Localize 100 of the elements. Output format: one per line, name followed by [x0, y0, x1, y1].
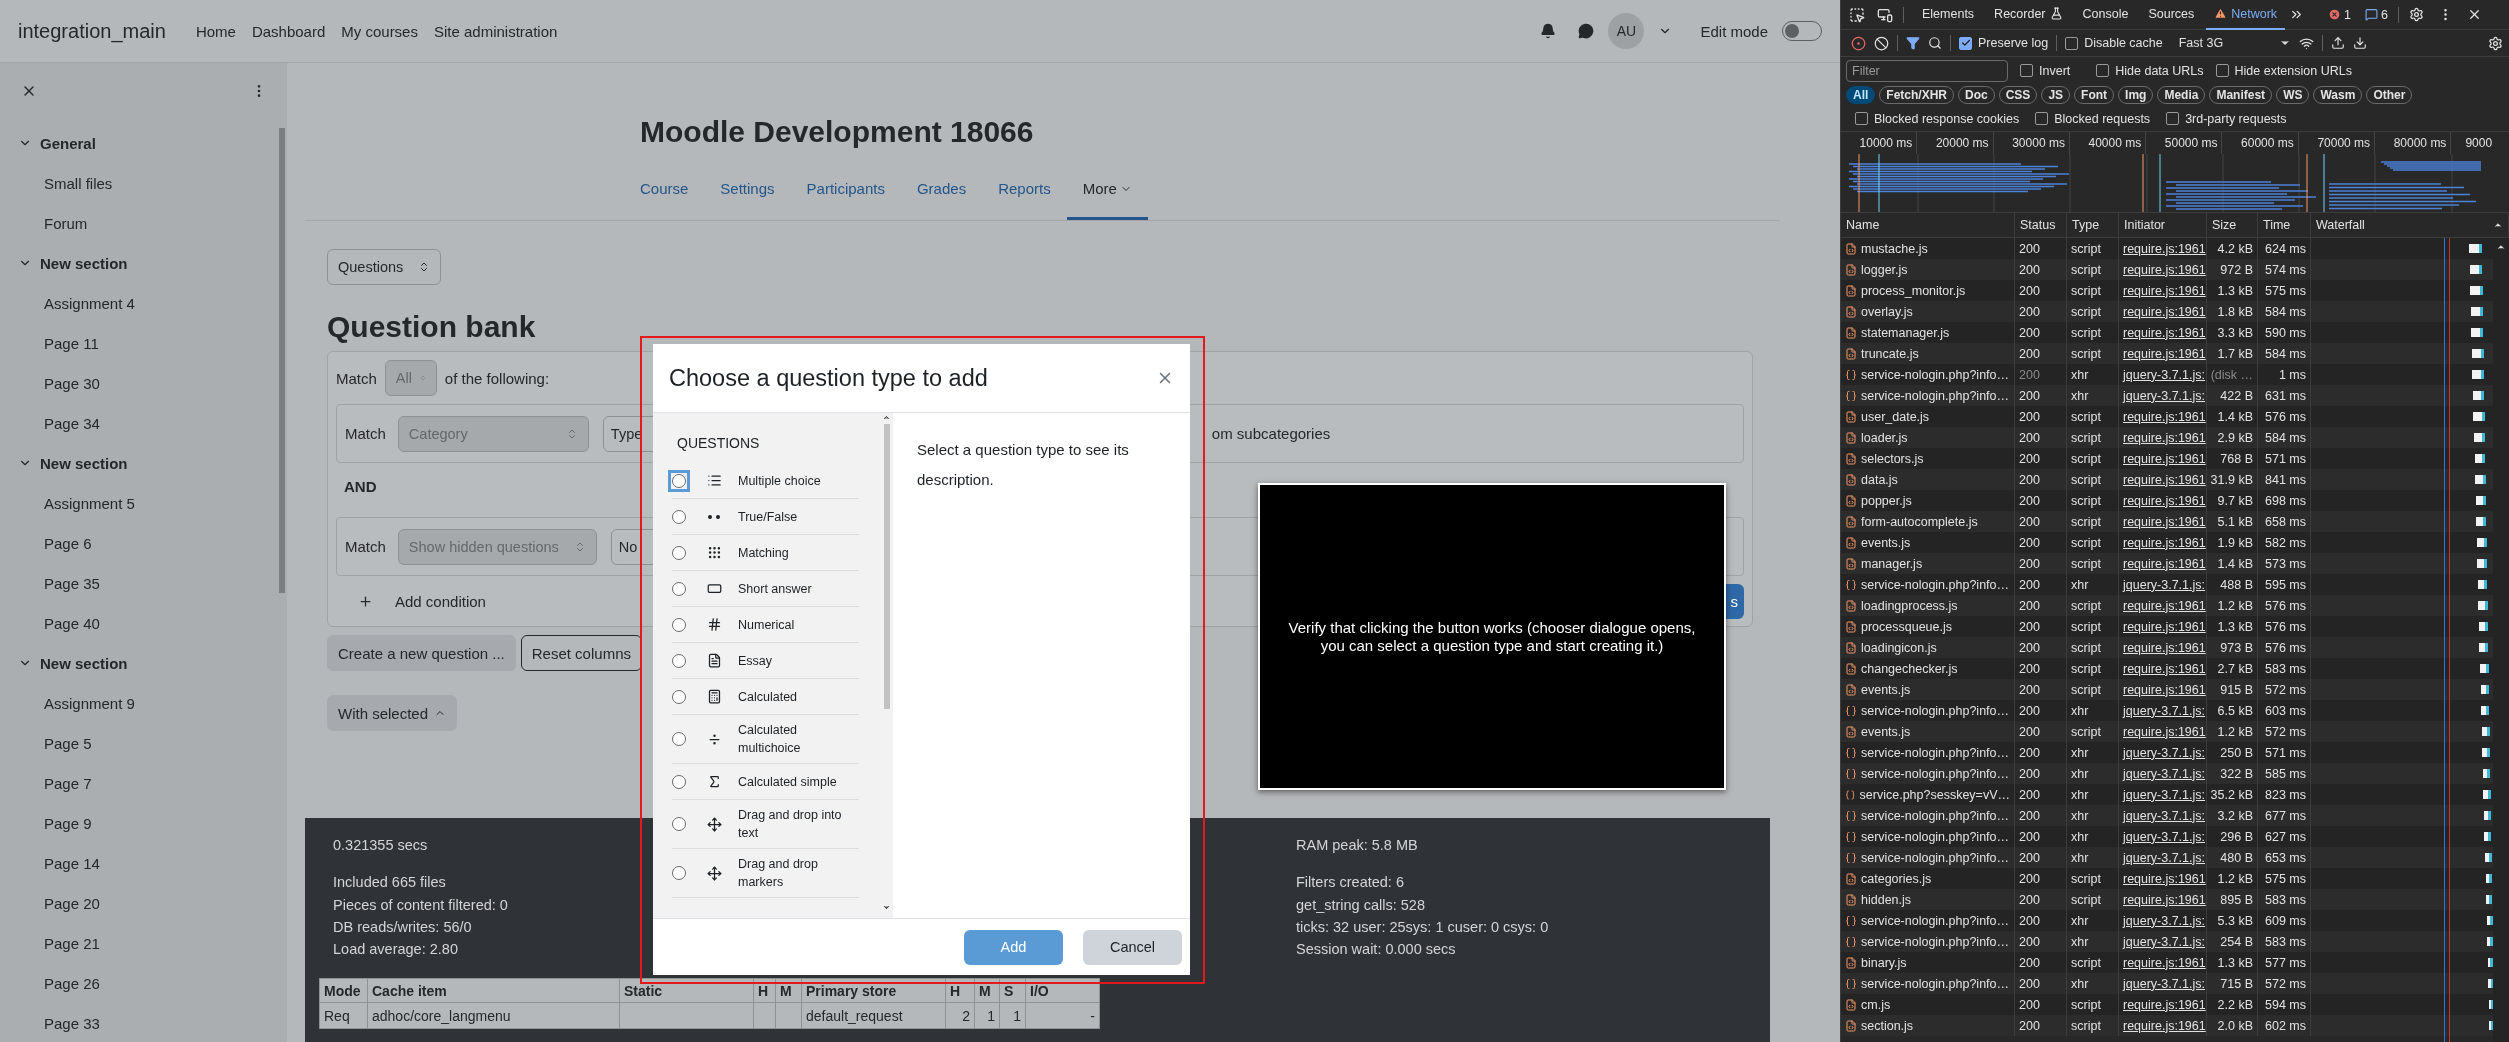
sidebar-item[interactable]: Page 6 [0, 523, 287, 563]
page-select[interactable]: Questions [327, 249, 441, 285]
request-row[interactable]: events.js 200 script require.js:1961 1.9 kB 582 ms [1841, 532, 2493, 553]
disable-cache-checkbox[interactable]: Disable cache [2065, 36, 2163, 50]
course-tab[interactable]: Reports [982, 160, 1067, 220]
question-type-option[interactable]: Calculated multichoice [672, 715, 859, 764]
question-type-option[interactable]: Essay [672, 643, 859, 679]
request-row[interactable]: service-nologin.php?info… 200 xhr jquery-3.7.1.js: 715 B 572 ms [1841, 973, 2493, 994]
create-question-button[interactable]: Create a new question ... [327, 635, 516, 671]
devtools-tab[interactable]: Recorder [1986, 0, 2071, 30]
add-condition-link[interactable]: Add condition [395, 592, 486, 610]
settings-icon[interactable] [2488, 35, 2503, 51]
filter-icon[interactable] [1906, 36, 1920, 50]
site-name[interactable]: integration_main [18, 19, 166, 43]
device-toolbar-icon[interactable] [1877, 6, 1893, 23]
request-row[interactable]: mustache.js 200 script require.js:1961 4.2 kB 624 ms [1841, 238, 2493, 259]
course-tab[interactable]: Course [624, 160, 705, 220]
column-header[interactable]: Name [1846, 218, 1880, 232]
request-row[interactable]: service-nologin.php?info… 200 xhr jquery-3.7.1.js: 480 B 653 ms [1841, 847, 2493, 868]
course-tab[interactable]: Grades [900, 160, 983, 220]
question-type-option[interactable]: True/False [672, 499, 859, 535]
request-row[interactable]: service-nologin.php?info… 200 xhr jquery-3.7.1.js: 250 B 571 ms [1841, 742, 2493, 763]
apply-filters-button[interactable]: s [1726, 583, 1744, 619]
radio-button[interactable] [672, 545, 686, 560]
filter-checkbox[interactable]: Blocked response cookies [1855, 111, 2020, 126]
request-row[interactable]: categories.js 200 script require.js:1961 1.2 kB 575 ms [1841, 868, 2493, 889]
nav-link[interactable]: Dashboard [243, 22, 334, 40]
import-icon[interactable] [2330, 36, 2345, 50]
request-row[interactable]: user_date.js 200 script require.js:1961 1.4 kB 576 ms [1841, 406, 2493, 427]
sidebar-item[interactable]: Page 30 [0, 363, 287, 403]
request-row[interactable]: data.js 200 script require.js:1961 31.9 kB 841 ms [1841, 469, 2493, 490]
devtools-tab[interactable]: Console [2074, 0, 2137, 30]
devtools-tab[interactable]: Sources [2140, 0, 2203, 30]
user-avatar[interactable]: AU [1608, 13, 1645, 49]
radio-button[interactable] [672, 732, 686, 746]
request-row[interactable]: cm.js 200 script require.js:1961 2.2 kB 594 ms [1841, 994, 2493, 1015]
section-heading[interactable]: New section [0, 243, 287, 283]
sidebar-item[interactable]: Forum [0, 203, 287, 243]
request-row[interactable]: processqueue.js 200 script require.js:1961 1.3 kB 576 ms [1841, 616, 2493, 637]
request-row[interactable]: events.js 200 script require.js:1961 915 B 572 ms [1841, 679, 2493, 700]
with-selected-button[interactable]: With selected [327, 695, 458, 731]
nav-link[interactable]: Site administration [425, 22, 566, 40]
request-row[interactable]: service-nologin.php?info… 200 xhr jquery-3.7.1.js: 5.3 kB 609 ms [1841, 910, 2493, 931]
radio-button[interactable] [672, 774, 686, 789]
filter-checkbox[interactable]: 3rd-party requests [2166, 111, 2287, 126]
request-row[interactable]: service-nologin.php?info… 200 xhr jquery-3.7.1.js: 422 B 631 ms [1841, 385, 2493, 406]
scrollbar-thumb[interactable] [883, 424, 890, 709]
request-row[interactable]: process_monitor.js 200 script require.js:1961 1.3 kB 575 ms [1841, 280, 2493, 301]
sidebar-item[interactable]: Assignment 4 [0, 283, 287, 323]
request-row[interactable]: statemanager.js 200 script require.js:1961 3.3 kB 590 ms [1841, 322, 2493, 343]
radio-button[interactable] [672, 866, 686, 880]
question-type-option[interactable]: Short answer [672, 571, 859, 607]
column-header[interactable]: Waterfall [2316, 218, 2365, 232]
sidebar-item[interactable]: Assignment 9 [0, 683, 287, 723]
request-row[interactable]: form-autocomplete.js 200 script require.js:1961 5.1 kB 658 ms [1841, 511, 2493, 532]
devtools-tab[interactable]: Network [2206, 0, 2286, 30]
preserve-log-checkbox[interactable]: Preserve log [1959, 36, 2049, 50]
column-header[interactable]: Time [2263, 218, 2291, 232]
plus-icon[interactable] [358, 593, 373, 609]
cancel-button[interactable]: Cancel [1083, 929, 1182, 965]
section-heading[interactable]: General [0, 123, 287, 163]
column-header[interactable]: Status [2020, 218, 2056, 232]
type-filter-chip[interactable]: All [1846, 86, 1876, 104]
sidebar-item[interactable]: Page 35 [0, 563, 287, 603]
request-row[interactable]: overlay.js 200 script require.js:1961 1.8 kB 584 ms [1841, 301, 2493, 322]
inspect-icon[interactable] [1849, 6, 1865, 23]
request-row[interactable]: service-nologin.php?info… 200 xhr jquery-3.7.1.js: 488 B 595 ms [1841, 574, 2493, 595]
nav-link[interactable]: Home [187, 22, 244, 40]
request-row[interactable]: service.php?sesskey=vV… 200 xhr jquery-3.7.1.js: 35.2 kB 823 ms [1841, 784, 2493, 805]
request-row[interactable]: service-nologin.php?info… 200 xhr jquery-3.7.1.js: 254 B 583 ms [1841, 931, 2493, 952]
sidebar-item[interactable]: Page 20 [0, 883, 287, 923]
radio-button[interactable] [672, 581, 686, 596]
sidebar-item[interactable]: Page 33 [0, 1003, 287, 1042]
chat-icon[interactable] [1578, 23, 1595, 39]
sidebar-item[interactable]: Page 5 [0, 723, 287, 763]
sidebar-item[interactable]: Page 40 [0, 603, 287, 643]
course-tab[interactable]: Settings [704, 160, 791, 220]
export-icon[interactable] [2352, 36, 2367, 50]
request-row[interactable]: logger.js 200 script require.js:1961 972 B 574 ms [1841, 259, 2493, 280]
column-header[interactable]: Size [2212, 218, 2237, 232]
scrollbar-thumb[interactable] [279, 128, 285, 593]
filter-field[interactable]: Filter [1846, 59, 2008, 82]
request-row[interactable]: changechecker.js 200 script require.js:1961 2.7 kB 583 ms [1841, 658, 2493, 679]
clear-icon[interactable] [1874, 35, 1889, 51]
sidebar-item[interactable]: Small files [0, 163, 287, 203]
initiator-link[interactable]: require.js:1961 [2119, 1015, 2207, 1036]
request-row[interactable]: truncate.js 200 script require.js:1961 1.7 kB 584 ms [1841, 343, 2493, 364]
radio-button[interactable] [672, 817, 686, 831]
question-type-option[interactable]: Calculated simple [672, 764, 859, 800]
scroll-up-icon[interactable] [2496, 242, 2506, 252]
section-heading[interactable]: New section [0, 443, 287, 483]
scroll-up-icon[interactable] [882, 413, 891, 422]
filter-checkbox[interactable]: Hide data URLs [2096, 63, 2204, 78]
sidebar-item[interactable]: Page 14 [0, 843, 287, 883]
throttling-select[interactable]: Fast 3G [2178, 36, 2271, 50]
request-row[interactable]: manager.js 200 script require.js:1961 1.4 kB 573 ms [1841, 553, 2493, 574]
radio-button[interactable] [672, 689, 686, 704]
request-row[interactable]: popper.js 200 script require.js:1961 9.7 kB 698 ms [1841, 490, 2493, 511]
scroll-down-icon[interactable] [882, 903, 891, 912]
request-row[interactable]: service-nologin.php?info… 200 xhr jquery-3.7.1.js: 6.5 kB 603 ms [1841, 700, 2493, 721]
